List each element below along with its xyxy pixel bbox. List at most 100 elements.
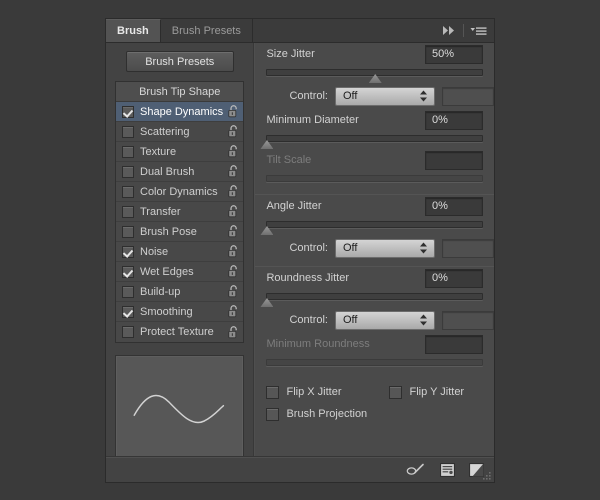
option-checkbox[interactable] <box>122 245 134 258</box>
presets-button-container: Brush Presets <box>106 51 253 81</box>
angle-jitter-control-label: Control: <box>289 242 328 254</box>
option-row-brush-pose[interactable]: Brush Pose <box>116 222 244 242</box>
option-checkbox[interactable] <box>122 225 134 238</box>
minimum-diameter-label: Minimum Diameter <box>266 114 359 126</box>
brush-preset-picker-icon[interactable] <box>440 462 455 477</box>
tab-brush[interactable]: Brush <box>106 19 161 42</box>
panel-tab-bar: Brush Brush Presets <box>106 19 494 43</box>
unlocked-padlock-icon[interactable] <box>228 105 239 118</box>
roundness-jitter-label: Roundness Jitter <box>266 272 350 284</box>
option-row-shape-dynamics[interactable]: Shape Dynamics <box>116 102 244 122</box>
option-row-smoothing[interactable]: Smoothing <box>116 302 244 322</box>
option-row-noise[interactable]: Noise <box>116 242 244 262</box>
size-jitter-slider[interactable] <box>266 67 483 83</box>
option-checkbox[interactable] <box>122 326 134 338</box>
unlocked-padlock-icon[interactable] <box>228 165 239 178</box>
option-row-wet-edges[interactable]: Wet Edges <box>116 262 244 282</box>
tilt-scale-track <box>266 175 483 182</box>
option-label: Build-up <box>140 285 181 298</box>
size-jitter-control-select[interactable]: Off <box>335 86 435 106</box>
tilt-scale-value <box>425 150 483 170</box>
flip-x-jitter-box <box>266 385 280 399</box>
unlocked-padlock-icon[interactable] <box>228 245 239 258</box>
panel-footer <box>106 456 494 482</box>
unlocked-padlock-icon[interactable] <box>228 125 239 138</box>
brush-projection-checkbox[interactable]: Brush Projection <box>266 407 367 421</box>
size-jitter-control-row: Control: Off <box>255 83 494 109</box>
chevron-updown-icon <box>419 242 428 255</box>
angle-jitter-control-extra-field[interactable] <box>442 238 494 258</box>
option-label: Protect Texture <box>140 326 214 338</box>
flip-y-jitter-checkbox[interactable]: Flip Y Jitter <box>389 385 464 399</box>
tilt-scale-label: Tilt Scale <box>266 154 312 166</box>
angle-jitter-row: Angle Jitter 0% <box>266 195 483 217</box>
option-label: Transfer <box>140 205 181 218</box>
unlocked-padlock-icon[interactable] <box>228 325 239 339</box>
tab-brush-presets[interactable]: Brush Presets <box>160 19 253 42</box>
option-row-build-up[interactable]: Build-up <box>116 282 244 302</box>
unlocked-padlock-icon[interactable] <box>228 305 239 318</box>
brush-tip-shape-header[interactable]: Brush Tip Shape <box>116 82 244 102</box>
flip-x-jitter-label: Flip X Jitter <box>286 386 342 398</box>
roundness-jitter-control-extra-field[interactable] <box>442 310 494 330</box>
unlocked-padlock-icon[interactable] <box>228 265 239 278</box>
option-checkbox[interactable] <box>122 305 134 318</box>
size-jitter-value[interactable]: 50% <box>425 44 483 64</box>
resize-grip-icon[interactable] <box>481 470 492 481</box>
brush-presets-button[interactable]: Brush Presets <box>125 51 234 72</box>
chevron-updown-icon <box>419 314 428 327</box>
unlocked-padlock-icon[interactable] <box>228 205 239 218</box>
flip-jitter-row: Flip X Jitter Flip Y Jitter <box>266 381 483 403</box>
tilt-scale-row: Tilt Scale <box>266 149 483 171</box>
minimum-roundness-value <box>425 334 483 354</box>
option-label: Smoothing <box>140 305 193 318</box>
minimum-diameter-slider[interactable] <box>260 133 483 149</box>
double-arrow-right-icon[interactable] <box>441 25 457 36</box>
option-checkbox[interactable] <box>122 205 134 218</box>
flip-x-jitter-checkbox[interactable]: Flip X Jitter <box>266 385 342 399</box>
brush-presets-button-label: Brush Presets <box>145 55 215 68</box>
option-row-texture[interactable]: Texture <box>116 142 244 162</box>
unlocked-padlock-icon[interactable] <box>228 225 239 238</box>
option-row-protect-texture[interactable]: Protect Texture <box>116 322 243 342</box>
option-row-color-dynamics[interactable]: Color Dynamics <box>116 182 244 202</box>
angle-jitter-slider[interactable] <box>260 219 483 235</box>
dynamics-controls-column: Size Jitter 50% Control: Off Minimum Dia… <box>254 43 494 456</box>
minimum-diameter-track <box>266 135 483 142</box>
option-row-scattering[interactable]: Scattering <box>116 122 244 142</box>
panel-menu-icon[interactable] <box>470 25 487 37</box>
size-jitter-control-extra-field[interactable] <box>442 86 494 106</box>
option-checkbox[interactable] <box>122 265 134 278</box>
roundness-jitter-slider[interactable] <box>260 291 483 307</box>
unlocked-padlock-icon[interactable] <box>228 145 239 158</box>
option-checkbox[interactable] <box>122 185 134 198</box>
option-checkbox[interactable] <box>122 145 134 158</box>
panel-body: Brush Presets Brush Tip Shape Shape Dyna… <box>106 43 494 463</box>
brush-projection-row: Brush Projection <box>266 403 483 425</box>
roundness-jitter-value[interactable]: 0% <box>425 268 483 288</box>
angle-jitter-control-select[interactable]: Off <box>335 238 435 258</box>
tab-bar-filler <box>252 19 437 42</box>
minimum-diameter-value[interactable]: 0% <box>425 110 483 130</box>
minimum-roundness-label: Minimum Roundness <box>266 338 370 350</box>
option-checkbox[interactable] <box>122 165 134 178</box>
toggle-brush-tip-icon[interactable] <box>406 463 426 477</box>
option-label: Scattering <box>140 125 190 138</box>
option-label: Noise <box>140 245 169 258</box>
option-checkbox[interactable] <box>122 105 134 118</box>
roundness-jitter-control-select[interactable]: Off <box>335 310 435 330</box>
brush-stroke-preview <box>115 355 245 463</box>
size-jitter-control-label: Control: <box>289 90 328 102</box>
option-row-transfer[interactable]: Transfer <box>116 202 244 222</box>
angle-jitter-value[interactable]: 0% <box>425 196 483 216</box>
unlocked-padlock-icon[interactable] <box>228 185 239 198</box>
tab-brush-presets-label: Brush Presets <box>171 24 241 37</box>
angle-jitter-section: Angle Jitter 0% <box>255 195 494 235</box>
unlocked-padlock-icon[interactable] <box>228 285 239 298</box>
option-checkbox[interactable] <box>122 125 134 138</box>
option-row-dual-brush[interactable]: Dual Brush <box>116 162 244 182</box>
brush-tip-shape-label: Brush Tip Shape <box>139 85 221 98</box>
angle-jitter-track <box>266 221 483 228</box>
angle-jitter-control-value: Off <box>343 242 358 254</box>
option-checkbox[interactable] <box>122 285 134 298</box>
